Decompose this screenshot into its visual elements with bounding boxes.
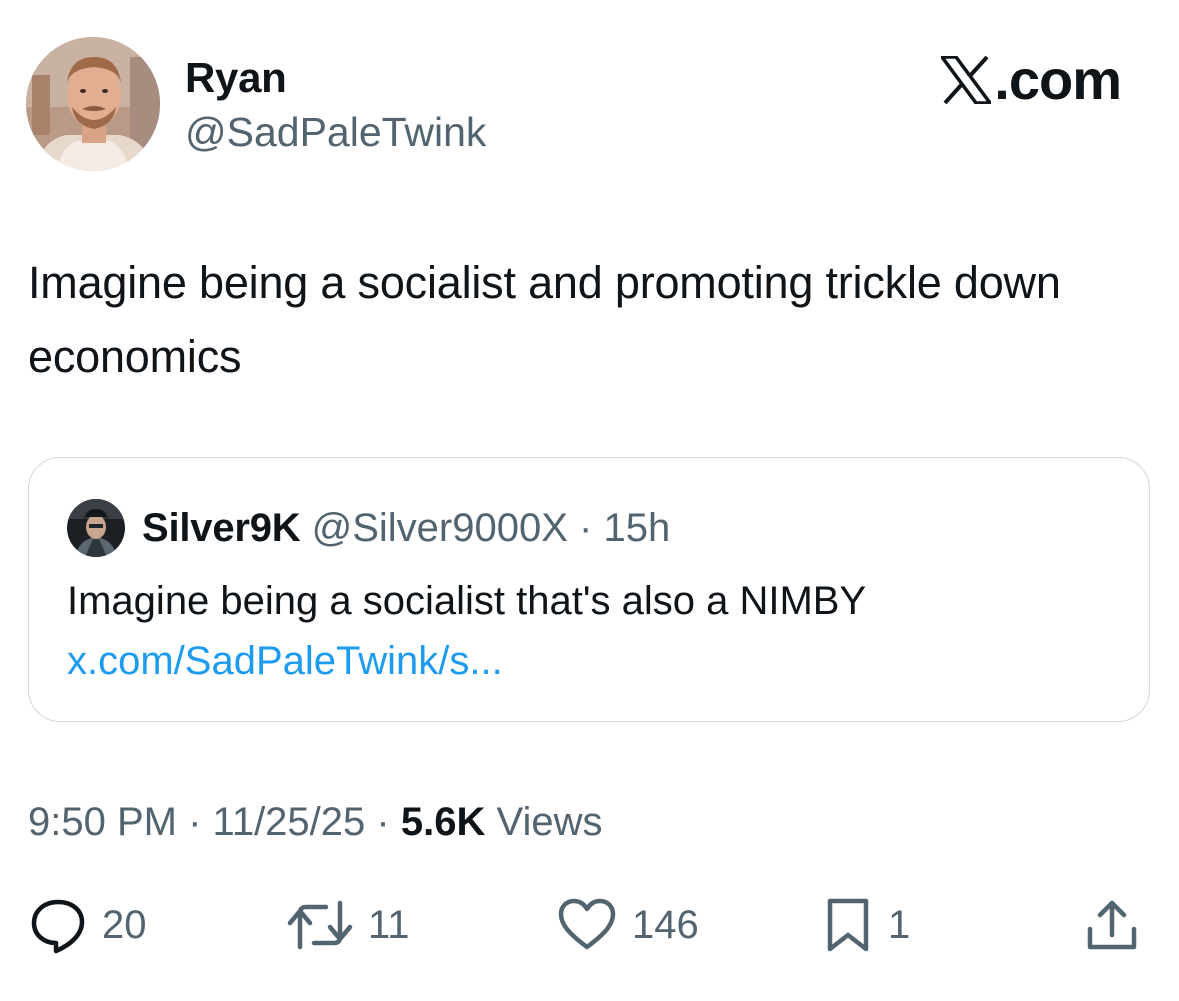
avatar-photo — [26, 37, 160, 171]
views-count: 5.6K — [400, 800, 486, 844]
quoted-tweet-text: Imagine being a socialist that's also a … — [67, 579, 867, 623]
quoted-author-avatar — [67, 499, 125, 557]
tweet-date[interactable]: 11/25/25 — [213, 800, 366, 844]
repost-icon — [287, 900, 353, 950]
author-avatar[interactable] — [26, 37, 160, 171]
tweet-meta: 9:50 PM · 11/25/25 · 5.6K Views — [28, 796, 602, 848]
bookmark-icon — [827, 898, 869, 952]
bookmark-button[interactable]: 1 — [822, 890, 910, 960]
author-handle[interactable]: @SadPaleTwink — [185, 106, 486, 158]
quoted-tweet-time[interactable]: 15h — [604, 506, 671, 550]
views-label: Views — [496, 800, 603, 844]
quoted-tweet-header: Silver9K @Silver9000X · 15h — [142, 502, 670, 554]
tweet-action-bar: 20 11 146 1 — [0, 890, 1179, 960]
heart-icon — [558, 898, 616, 950]
like-count: 146 — [632, 903, 699, 947]
x-logo-icon — [941, 56, 992, 104]
quoted-author-handle[interactable]: @Silver9000X — [312, 506, 568, 550]
share-button[interactable] — [1084, 890, 1140, 960]
repost-count: 11 — [368, 903, 410, 947]
author-name[interactable]: Ryan — [185, 52, 287, 104]
reply-count: 20 — [102, 903, 147, 947]
like-button[interactable]: 146 — [556, 890, 699, 960]
quoted-tweet-card[interactable]: Silver9K @Silver9000X · 15h Imagine bein… — [28, 457, 1150, 722]
brand-text: .com — [994, 48, 1122, 111]
separator-dot: · — [188, 800, 202, 844]
separator-dot: · — [579, 506, 593, 550]
quoted-tweet-link[interactable]: x.com/SadPaleTwink/s... — [67, 633, 503, 689]
separator-dot: · — [376, 800, 390, 844]
tweet-text: Imagine being a socialist and promoting … — [28, 257, 1061, 382]
brand-logo: .com — [941, 48, 1122, 111]
tweet-time[interactable]: 9:50 PM — [28, 800, 177, 844]
reply-icon — [31, 899, 85, 954]
quoted-author-name[interactable]: Silver9K — [142, 506, 301, 550]
repost-button[interactable]: 11 — [286, 890, 410, 960]
quoted-avatar-photo — [67, 499, 125, 557]
share-icon — [1087, 900, 1137, 950]
reply-button[interactable]: 20 — [28, 890, 147, 960]
bookmark-count: 1 — [888, 903, 911, 947]
